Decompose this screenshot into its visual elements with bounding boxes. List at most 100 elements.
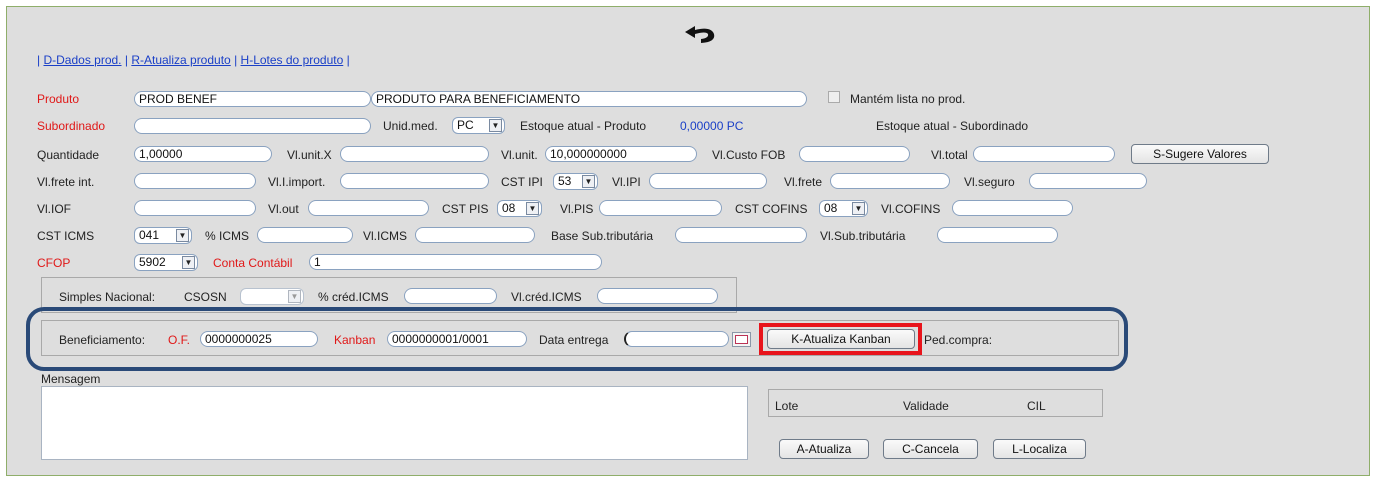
cst-ipi-select[interactable]: 53 ▼ (553, 173, 598, 190)
base-sub-tributaria-input[interactable] (675, 227, 807, 243)
unid-med-select[interactable]: PC ▼ (452, 117, 505, 134)
conta-contabil-label: Conta Contábil (213, 256, 293, 270)
lote-column-header: Lote (775, 399, 799, 413)
of-input[interactable] (200, 331, 318, 347)
estoque-produto-value: 0,00000 PC (680, 119, 744, 133)
pct-icms-label: % ICMS (205, 229, 250, 243)
vl-custo-fob-label: Vl.Custo FOB (712, 148, 786, 162)
vl-out-input[interactable] (308, 200, 429, 216)
vl-pis-input[interactable] (599, 200, 722, 216)
vl-sub-tributaria-label: Vl.Sub.tributária (820, 229, 906, 243)
cst-cofins-label: CST COFINS (735, 202, 808, 216)
cfop-select[interactable]: 5902 ▼ (134, 254, 198, 271)
chevron-down-icon: ▼ (582, 175, 595, 188)
base-sub-tributaria-label: Base Sub.tributária (551, 229, 654, 243)
cst-ipi-label: CST IPI (501, 175, 543, 189)
vl-sub-tributaria-input[interactable] (937, 227, 1058, 243)
link-lotes-produto[interactable]: H-Lotes do produto (241, 53, 344, 67)
vl-iof-input[interactable] (134, 200, 256, 216)
vl-out-label: Vl.out (268, 202, 299, 216)
unid-med-value: PC (457, 118, 474, 132)
chevron-down-icon: ▼ (489, 119, 502, 132)
localiza-button[interactable]: L-Localiza (993, 439, 1086, 459)
cancela-button[interactable]: C-Cancela (883, 439, 978, 459)
chevron-down-icon: ▼ (182, 256, 195, 269)
vl-frete-int-label: Vl.frete int. (37, 175, 95, 189)
mensagem-textarea[interactable] (41, 386, 748, 460)
cst-pis-select[interactable]: 08 ▼ (497, 200, 542, 217)
nav-separator: | (124, 53, 128, 67)
cst-icms-label: CST ICMS (37, 229, 95, 243)
sugere-valores-button[interactable]: S-Sugere Valores (1131, 144, 1269, 164)
estoque-subordinado-label: Estoque atual - Subordinado (876, 119, 1029, 133)
pct-icms-input[interactable] (257, 227, 353, 243)
mensagem-label: Mensagem (41, 372, 101, 386)
vl-icms-label: Vl.ICMS (363, 229, 408, 243)
kanban-label: Kanban (334, 333, 376, 347)
chevron-down-icon: ▼ (176, 229, 189, 242)
csosn-label: CSOSN (184, 290, 227, 304)
atualiza-kanban-button[interactable]: K-Atualiza Kanban (767, 329, 915, 349)
vl-frete-int-input[interactable] (134, 173, 256, 189)
vl-unit-label: Vl.unit. (501, 148, 538, 162)
beneficiamento-label: Beneficiamento: (59, 333, 146, 347)
vl-ipi-input[interactable] (649, 173, 767, 189)
vl-icms-input[interactable] (415, 227, 535, 243)
vl-pis-label: Vl.PIS (560, 202, 594, 216)
vl-i-import-label: Vl.I.import. (268, 175, 326, 189)
validade-column-header: Validade (903, 399, 949, 413)
vl-frete-label: Vl.frete (784, 175, 823, 189)
vl-iof-label: Vl.IOF (37, 202, 72, 216)
vl-cred-icms-input[interactable] (597, 288, 718, 304)
pct-cred-icms-label: % créd.ICMS (318, 290, 389, 304)
cst-ipi-value: 53 (558, 174, 572, 188)
nav-separator: | (37, 53, 41, 67)
subordinado-input[interactable] (134, 118, 371, 134)
data-entrega-label: Data entrega (539, 333, 609, 347)
nav-separator: | (346, 53, 350, 67)
vl-unit-x-input[interactable] (340, 146, 489, 162)
chevron-down-icon: ▼ (526, 202, 539, 215)
pct-cred-icms-input[interactable] (404, 288, 497, 304)
link-atualiza-produto[interactable]: R-Atualiza produto (131, 53, 230, 67)
subordinado-label: Subordinado (37, 119, 106, 133)
chevron-down-icon: ▼ (288, 290, 301, 303)
produto-label: Produto (37, 92, 80, 106)
cst-cofins-select[interactable]: 08 ▼ (819, 200, 868, 217)
mantem-lista-checkbox[interactable] (828, 91, 840, 103)
cst-pis-value: 08 (502, 201, 516, 215)
simples-nacional-label: Simples Nacional: (59, 290, 156, 304)
vl-cofins-input[interactable] (952, 200, 1073, 216)
calendar-icon[interactable] (732, 332, 751, 347)
vl-frete-input[interactable] (830, 173, 950, 189)
quantidade-input[interactable] (134, 146, 272, 162)
of-label: O.F. (168, 333, 191, 347)
vl-cofins-label: Vl.COFINS (881, 202, 941, 216)
vl-seguro-input[interactable] (1029, 173, 1147, 189)
nav-links: | D-Dados prod. | R-Atualiza produto | H… (37, 53, 350, 67)
vl-total-input[interactable] (973, 146, 1115, 162)
data-entrega-input[interactable] (624, 331, 729, 347)
vl-total-label: Vl.total (931, 148, 968, 162)
cfop-label: CFOP (37, 256, 71, 270)
cfop-value: 5902 (139, 255, 166, 269)
link-dados-prod[interactable]: D-Dados prod. (43, 53, 121, 67)
form-window: | D-Dados prod. | R-Atualiza produto | H… (6, 6, 1370, 476)
quantidade-label: Quantidade (37, 148, 100, 162)
vl-i-import-input[interactable] (340, 173, 489, 189)
vl-ipi-label: Vl.IPI (612, 175, 641, 189)
unid-med-label: Unid.med. (383, 119, 438, 133)
csosn-select[interactable]: ▼ (240, 288, 304, 305)
vl-unit-x-label: Vl.unit.X (287, 148, 332, 162)
produto-code-input[interactable] (134, 91, 371, 107)
vl-custo-fob-input[interactable] (799, 146, 910, 162)
conta-contabil-input[interactable] (309, 254, 602, 270)
cst-pis-label: CST PIS (442, 202, 489, 216)
vl-unit-input[interactable] (545, 146, 697, 162)
back-arrow-icon[interactable] (681, 20, 723, 48)
cst-icms-select[interactable]: 041 ▼ (134, 227, 192, 244)
kanban-input[interactable] (387, 331, 527, 347)
produto-description-input[interactable] (371, 91, 807, 107)
mantem-lista-label: Mantém lista no prod. (850, 92, 966, 106)
atualiza-button[interactable]: A-Atualiza (779, 439, 869, 459)
